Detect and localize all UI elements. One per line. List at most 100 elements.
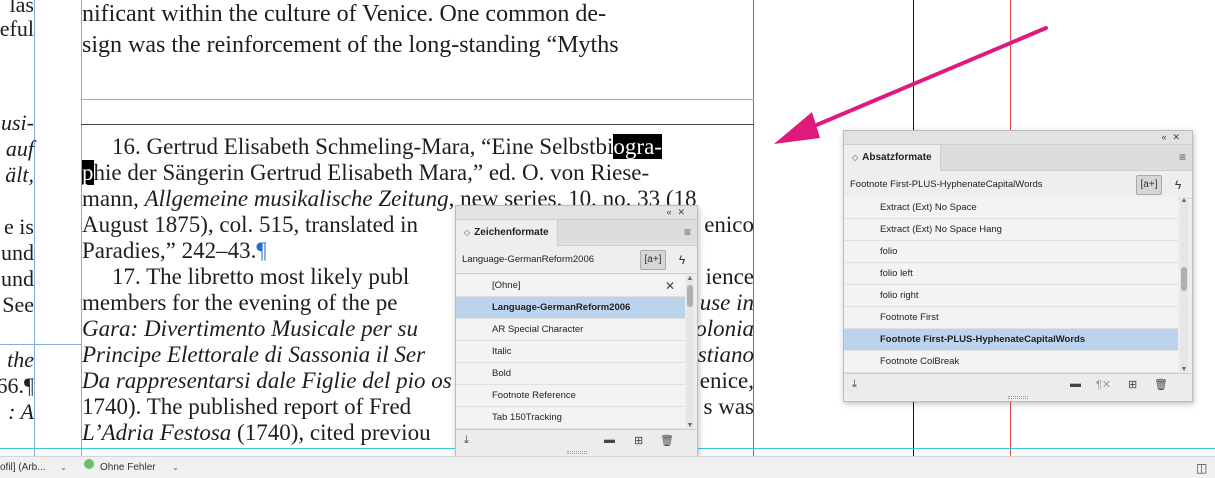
trash-icon[interactable]: 🗑 (660, 434, 674, 447)
panel-titlebar[interactable]: «✕ (456, 206, 697, 220)
scrollbar[interactable]: ▲ ▼ (1180, 197, 1188, 373)
zeichenformate-panel[interactable]: «✕ ◇ Zeichenformate ≡ Language-GermanRefo… (455, 205, 698, 457)
panel-menu-icon[interactable]: ≡ (1179, 151, 1186, 163)
no-edit-x-icon: ✕ (664, 279, 675, 293)
list-item[interactable]: Italic (456, 341, 685, 363)
load-styles-icon[interactable]: ⤓ (852, 378, 857, 391)
left-line: und (1, 240, 34, 265)
split-window-icon[interactable]: ◫ (1196, 460, 1207, 476)
chevron-down-icon[interactable]: ⌄ (172, 460, 179, 476)
new-style-from-selection-button[interactable]: [a+] (1136, 175, 1162, 195)
text-selection: p (82, 160, 94, 185)
panel-menu-icon[interactable]: ≡ (684, 226, 691, 238)
list-item[interactable]: Bold (456, 363, 685, 385)
profile-status[interactable]: ofil] (Arb... (0, 460, 46, 476)
footnote-16-line-1[interactable]: 16. Gertrud Elisabeth Schmeling-Mara, “E… (82, 134, 754, 160)
text-selection: ogra- (613, 134, 662, 159)
style-list[interactable]: Extract (Ext) No Space Extract (Ext) No … (844, 197, 1178, 373)
collapse-close-icons[interactable]: «✕ (1161, 132, 1186, 143)
left-line: See (2, 292, 34, 317)
list-item[interactable]: Language-GermanReform2006 (456, 297, 685, 319)
text-run: stiano (697, 342, 754, 367)
list-item[interactable]: folio (844, 241, 1178, 263)
current-style-row: Footnote First-PLUS-HyphenateCapitalWord… (844, 171, 1192, 199)
style-list[interactable]: [Ohne] ✕ Language-GermanReform2006 AR Spe… (456, 275, 685, 429)
new-style-from-selection-button[interactable]: [a+] (640, 250, 666, 270)
panel-footer: ⤓ ▬ ⊞ 🗑 (456, 429, 697, 453)
scroll-thumb[interactable] (1181, 267, 1187, 291)
text-run: August 1875), col. 515, translated in (82, 212, 419, 237)
panel-footer: ⤓ ▬ ¶✕ ⊞ 🗑 (844, 373, 1192, 397)
text-run: use in (699, 290, 754, 315)
list-item[interactable]: folio right (844, 285, 1178, 307)
list-item[interactable]: Extract (Ext) No Space (844, 197, 1178, 219)
collapse-close-icons[interactable]: «✕ (666, 207, 691, 218)
new-group-folder-icon[interactable]: ▬ (604, 434, 615, 446)
resize-grip[interactable] (1008, 396, 1028, 399)
list-item[interactable]: [Ohne] ✕ (456, 275, 685, 297)
scrollbar[interactable]: ▲ ▼ (686, 275, 694, 429)
new-style-icon[interactable]: ⊞ (1128, 378, 1137, 391)
list-item[interactable]: Tab 150Tracking (456, 407, 685, 429)
text-run: ience (705, 264, 754, 289)
text-run: Da rappresentarsi dale Figlie del pio os (82, 368, 452, 393)
work-title: L’Adria Festosa (82, 420, 232, 445)
list-item[interactable]: folio left (844, 263, 1178, 285)
tab-absatzformate[interactable]: ◇ Absatzformate (844, 145, 941, 171)
text-run: Gara: Divertimento Musicale per su (82, 316, 418, 341)
panel-tabrow: ◇ Absatzformate ≡ (844, 145, 1192, 171)
left-line: : A (8, 399, 34, 424)
text-run: members for the evening of the pe (82, 290, 398, 315)
scroll-down-icon[interactable]: ▼ (1180, 366, 1188, 373)
status-bar: ofil] (Arb... ⌄ Ohne Fehler ⌄ ◫ (0, 456, 1215, 478)
list-item[interactable]: Footnote ColBreak (844, 351, 1178, 373)
preflight-ok-icon (84, 459, 94, 469)
left-line: auf (5, 136, 34, 161)
chevron-down-icon[interactable]: ⌄ (60, 460, 67, 476)
left-line: usi- (1, 110, 34, 135)
footnote-separator (81, 124, 754, 125)
clear-overrides-icon[interactable]: ¶✕ (1096, 378, 1111, 391)
scroll-thumb[interactable] (687, 285, 693, 307)
tab-label: Absatzformate (862, 152, 932, 163)
text-run: 17. The libretto most likely publ (112, 264, 410, 289)
footnote-16-line-2[interactable]: phie der Sängerin Gertrud Elisabeth Mara… (82, 160, 754, 186)
new-group-folder-icon[interactable]: ▬ (1070, 378, 1081, 390)
text-run: 1740). The published report of Fred (82, 394, 412, 419)
panel-titlebar[interactable]: «✕ (844, 131, 1192, 145)
scroll-up-icon[interactable]: ▲ (686, 275, 694, 282)
body-line[interactable]: sign was the reinforcement of the long-s… (82, 32, 754, 58)
panel-tabrow: ◇ Zeichenformate ≡ (456, 220, 697, 246)
load-styles-icon[interactable]: ⤓ (464, 434, 469, 447)
body-line[interactable]: nificant within the culture of Venice. O… (82, 1, 754, 27)
tab-zeichenformate[interactable]: ◇ Zeichenformate (456, 220, 558, 246)
list-item[interactable]: Footnote First (844, 307, 1178, 329)
pilcrow-mark: ¶ (256, 238, 267, 263)
current-style-name: Footnote First-PLUS-HyphenateCapitalWord… (850, 179, 1043, 190)
absatzformate-panel[interactable]: «✕ ◇ Absatzformate ≡ Footnote First-PLUS-… (843, 130, 1193, 402)
text-run: Principe Elettorale di Sassonia il Ser (82, 342, 426, 367)
preflight-status[interactable]: Ohne Fehler (100, 460, 156, 476)
left-line: 66.¶ (0, 373, 34, 398)
text-run: enico (704, 212, 754, 237)
current-style-row: Language-GermanReform2006 [a+] ϟ (456, 246, 697, 274)
lightning-icon[interactable]: ϟ (674, 250, 690, 270)
new-style-icon[interactable]: ⊞ (634, 434, 643, 447)
current-style-name: Language-GermanReform2006 (462, 254, 595, 265)
frame-edge-top (81, 99, 754, 100)
list-item[interactable]: Footnote Reference (456, 385, 685, 407)
list-item[interactable]: AR Special Character (456, 319, 685, 341)
lightning-icon[interactable]: ϟ (1170, 175, 1186, 195)
text-run: enice, (699, 368, 754, 393)
list-item[interactable]: Extract (Ext) No Space Hang (844, 219, 1178, 241)
left-line: eful (0, 16, 34, 41)
left-line: und (1, 266, 34, 291)
journal-title: Allgemeine musikalische Zeitung (144, 186, 449, 211)
scroll-down-icon[interactable]: ▼ (686, 422, 694, 429)
scroll-up-icon[interactable]: ▲ (1180, 197, 1188, 204)
text-run: hie der Sängerin Gertrud Elisabeth Mara,… (93, 160, 650, 185)
resize-grip[interactable] (566, 451, 587, 454)
list-item[interactable]: Footnote First-PLUS-HyphenateCapitalWord… (844, 329, 1178, 351)
trash-icon[interactable]: 🗑 (1154, 378, 1168, 391)
text-run: s was (703, 394, 754, 419)
